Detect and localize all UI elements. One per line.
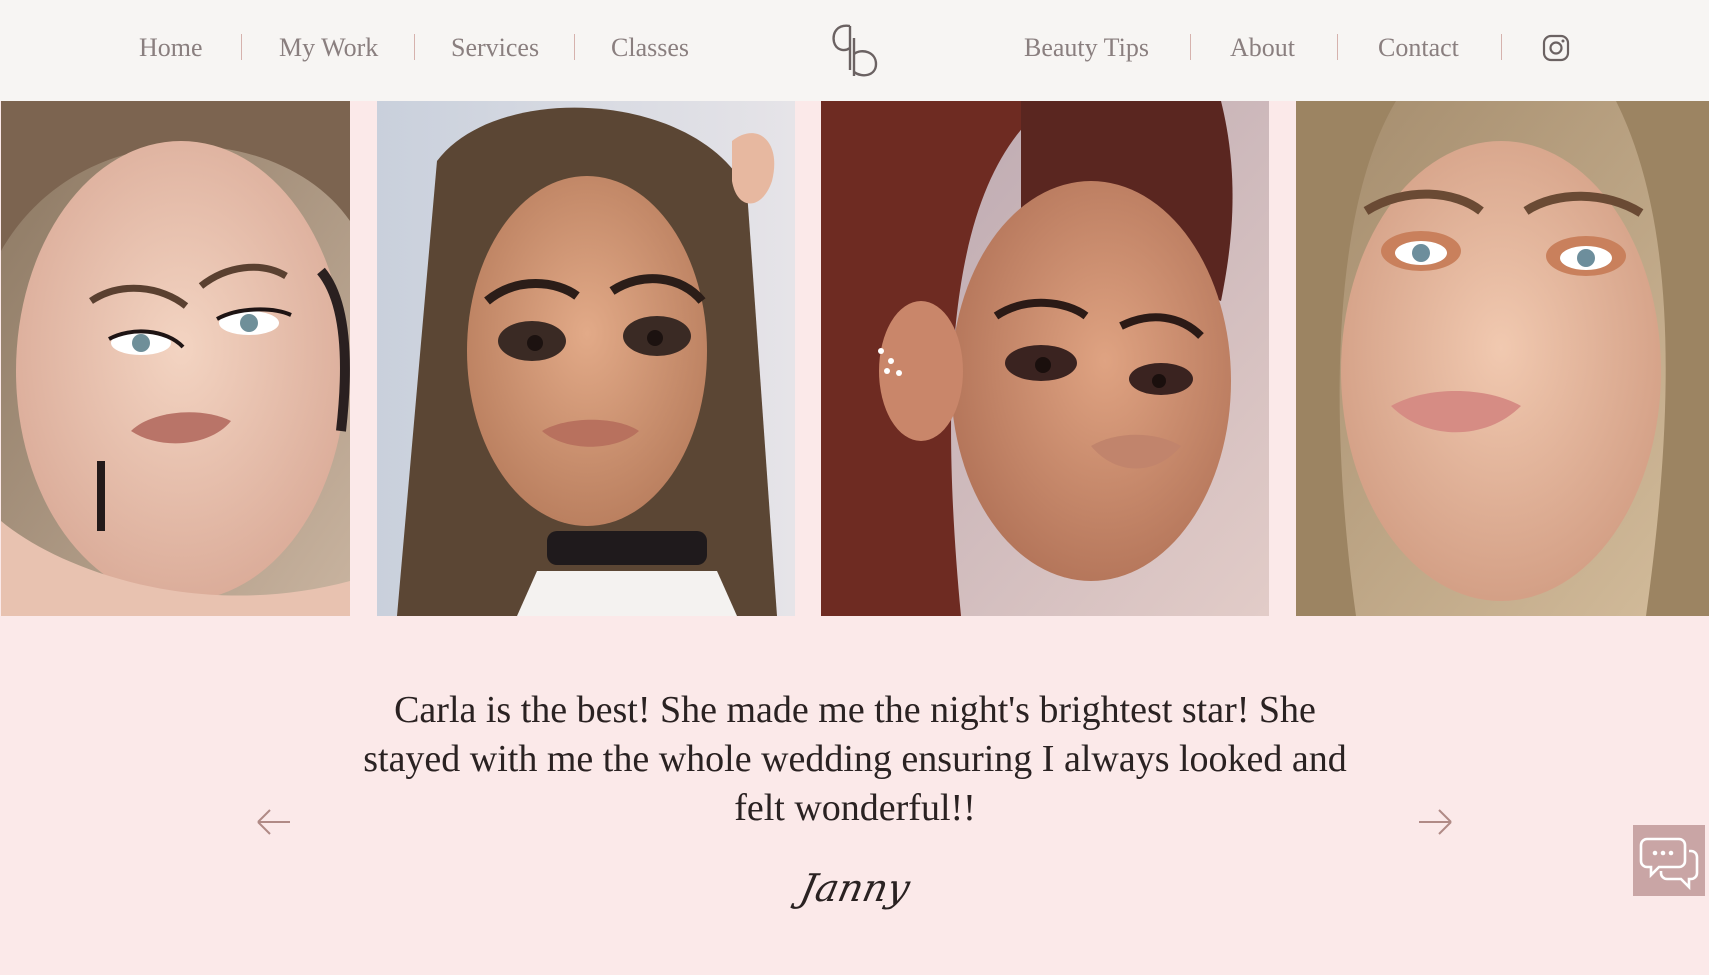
arrow-left-icon[interactable] <box>254 802 294 842</box>
testimonial-quote: Carla is the best! She made me the night… <box>363 689 1347 829</box>
nav-separator <box>1501 34 1502 60</box>
nav-contact[interactable]: Contact <box>1378 28 1459 68</box>
portrait-illustration <box>1296 101 1709 616</box>
nav-separator <box>414 34 415 60</box>
chat-button[interactable] <box>1633 825 1705 896</box>
nav-separator <box>1337 34 1338 60</box>
cb-monogram-logo[interactable] <box>826 18 884 80</box>
portrait-illustration <box>1 101 350 616</box>
arrow-right-icon[interactable] <box>1415 802 1455 842</box>
portfolio-gallery <box>0 101 1709 616</box>
portrait-illustration <box>377 101 795 616</box>
nav-separator <box>1190 34 1191 60</box>
nav-separator <box>574 34 575 60</box>
site-header: Home My Work Services Classes Beauty Tip… <box>0 0 1709 101</box>
chat-bubbles-icon <box>1639 837 1699 891</box>
instagram-icon[interactable] <box>1542 34 1570 62</box>
nav-services[interactable]: Services <box>451 28 539 68</box>
gallery-photo[interactable] <box>821 101 1269 616</box>
nav-beauty-tips[interactable]: Beauty Tips <box>1024 28 1149 68</box>
nav-classes[interactable]: Classes <box>611 28 689 68</box>
gallery-photo[interactable] <box>1296 101 1709 616</box>
testimonial-author: Janny <box>796 866 914 910</box>
nav-separator <box>241 34 242 60</box>
nav-about[interactable]: About <box>1230 28 1295 68</box>
gallery-photo[interactable] <box>377 101 795 616</box>
nav-my-work[interactable]: My Work <box>279 28 378 68</box>
nav-home[interactable]: Home <box>139 28 203 68</box>
portrait-illustration <box>821 101 1269 616</box>
gallery-photo[interactable] <box>1 101 350 616</box>
